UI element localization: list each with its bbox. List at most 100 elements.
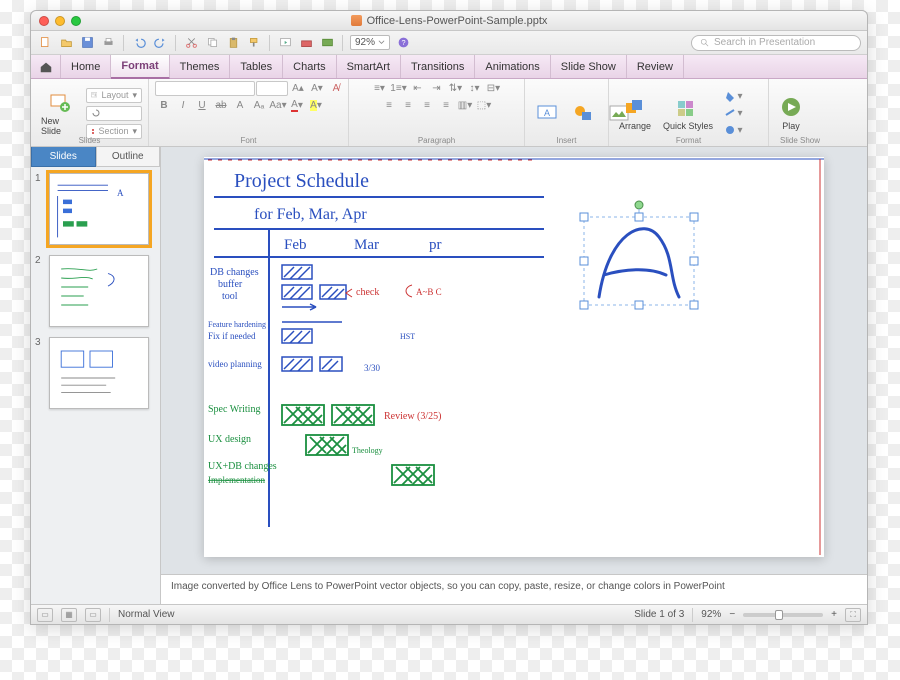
zoom-out-icon[interactable]: − bbox=[729, 609, 735, 620]
svg-text:Feature hardening: Feature hardening bbox=[208, 320, 266, 329]
ribbon-tab-home[interactable]: Home bbox=[61, 55, 111, 78]
thumbnail-1[interactable]: 1 A bbox=[35, 173, 156, 245]
titlebar: Office-Lens-PowerPoint-Sample.pptx bbox=[31, 11, 867, 31]
svg-text:HST: HST bbox=[400, 332, 415, 341]
search-input[interactable]: Search in Presentation bbox=[691, 35, 861, 51]
italic-icon[interactable]: I bbox=[174, 98, 192, 113]
svg-text:UX design: UX design bbox=[208, 434, 251, 445]
shapes-button[interactable] bbox=[567, 99, 599, 127]
thumbnail-3[interactable]: 3 bbox=[35, 337, 156, 409]
canvas-viewport[interactable]: Project Schedule for Feb, Mar, Apr Feb M… bbox=[161, 147, 867, 574]
shape-fill-icon[interactable]: ▾ bbox=[721, 89, 745, 104]
font-color-icon[interactable]: A▾ bbox=[288, 98, 306, 113]
svg-text:check: check bbox=[356, 287, 379, 298]
print-icon[interactable] bbox=[100, 35, 116, 51]
ribbon-tab-themes[interactable]: Themes bbox=[170, 55, 231, 78]
align-left-icon[interactable]: ≡ bbox=[380, 98, 398, 113]
svg-text:Project Schedule: Project Schedule bbox=[234, 170, 369, 192]
shape-outline-icon[interactable]: ▾ bbox=[721, 106, 745, 121]
layout-dropdown[interactable]: Layout▾ bbox=[86, 88, 142, 103]
thumbnail-2[interactable]: 2 bbox=[35, 255, 156, 327]
play-button[interactable]: Play bbox=[775, 94, 807, 133]
ribbon-home-icon[interactable] bbox=[31, 55, 61, 78]
new-file-icon[interactable] bbox=[37, 35, 53, 51]
svg-text:A~B C: A~B C bbox=[416, 287, 442, 297]
zoom-dropdown[interactable]: 92% bbox=[350, 35, 390, 50]
align-center-icon[interactable]: ≡ bbox=[399, 98, 417, 113]
cut-icon[interactable] bbox=[183, 35, 199, 51]
ribbon-tab-review[interactable]: Review bbox=[627, 55, 684, 78]
format-painter-icon[interactable] bbox=[246, 35, 262, 51]
ribbon-tab-charts[interactable]: Charts bbox=[283, 55, 336, 78]
text-box-button[interactable]: A bbox=[531, 99, 563, 127]
quick-access-toolbar: 92% ? Search in Presentation bbox=[31, 31, 867, 55]
paste-icon[interactable] bbox=[225, 35, 241, 51]
zoom-slider[interactable] bbox=[743, 613, 823, 617]
fit-window-icon[interactable]: ⛶ bbox=[845, 608, 861, 622]
arrange-button[interactable]: Arrange bbox=[615, 94, 655, 133]
svg-text:buffer: buffer bbox=[218, 279, 243, 290]
media-icon[interactable] bbox=[319, 35, 335, 51]
ribbon-tab-transitions[interactable]: Transitions bbox=[401, 55, 475, 78]
ribbon-tab-smartart[interactable]: SmartArt bbox=[337, 55, 401, 78]
thumbnail-list: 1 A 2 3 bbox=[31, 167, 160, 604]
redo-icon[interactable] bbox=[152, 35, 168, 51]
copy-icon[interactable] bbox=[204, 35, 220, 51]
justify-icon[interactable]: ≡ bbox=[437, 98, 455, 113]
underline-icon[interactable]: U bbox=[193, 98, 211, 113]
open-icon[interactable] bbox=[58, 35, 74, 51]
ribbon-tab-slide-show[interactable]: Slide Show bbox=[551, 55, 627, 78]
shadow-icon[interactable]: A bbox=[231, 98, 249, 113]
ribbon-tab-animations[interactable]: Animations bbox=[475, 55, 550, 78]
font-size-dropdown[interactable] bbox=[256, 81, 288, 96]
bold-icon[interactable]: B bbox=[155, 98, 173, 113]
new-slide-button[interactable]: New Slide bbox=[37, 89, 82, 138]
ribbon-tab-format[interactable]: Format bbox=[111, 55, 169, 79]
strike-icon[interactable]: ab bbox=[212, 98, 230, 113]
bullets-icon[interactable]: ≡▾ bbox=[371, 81, 389, 96]
ribbon-tab-tables[interactable]: Tables bbox=[230, 55, 283, 78]
app-window: Office-Lens-PowerPoint-Sample.pptx 92% ?… bbox=[30, 10, 868, 625]
slide-canvas[interactable]: Project Schedule for Feb, Mar, Apr Feb M… bbox=[204, 157, 824, 557]
change-case-icon[interactable]: Aa▾ bbox=[269, 98, 287, 113]
clear-format-icon[interactable]: A̸ bbox=[327, 81, 345, 96]
panel-tab-slides[interactable]: Slides bbox=[31, 147, 96, 167]
slideshow-icon[interactable] bbox=[277, 35, 293, 51]
toolbox-icon[interactable] bbox=[298, 35, 314, 51]
reset-button[interactable] bbox=[86, 106, 142, 121]
view-normal-icon[interactable]: ▭ bbox=[37, 608, 53, 622]
grow-font-icon[interactable]: A▴ bbox=[289, 81, 307, 96]
notes-pane[interactable]: Image converted by Office Lens to PowerP… bbox=[161, 574, 867, 604]
svg-text:Spec Writing: Spec Writing bbox=[208, 404, 260, 415]
minimize-icon[interactable] bbox=[55, 16, 65, 26]
help-icon[interactable]: ? bbox=[395, 35, 411, 51]
align-right-icon[interactable]: ≡ bbox=[418, 98, 436, 113]
zoom-in-icon[interactable]: + bbox=[831, 609, 837, 620]
font-family-dropdown[interactable] bbox=[155, 81, 255, 96]
group-label-slides: Slides bbox=[31, 136, 148, 145]
view-slideshow-icon[interactable]: ▭ bbox=[85, 608, 101, 622]
line-spacing-icon[interactable]: ⇅▾ bbox=[447, 81, 465, 96]
columns-icon[interactable]: ▥▾ bbox=[456, 98, 474, 113]
group-label-insert: Insert bbox=[525, 136, 608, 145]
highlight-icon[interactable]: A▾ bbox=[307, 98, 325, 113]
svg-text:for Feb, Mar, Apr: for Feb, Mar, Apr bbox=[254, 206, 367, 223]
zoom-icon[interactable] bbox=[71, 16, 81, 26]
outdent-icon[interactable]: ⇤ bbox=[409, 81, 427, 96]
slide-content: Project Schedule for Feb, Mar, Apr Feb M… bbox=[204, 157, 824, 557]
quick-styles-button[interactable]: Quick Styles bbox=[659, 94, 717, 133]
indent-icon[interactable]: ⇥ bbox=[428, 81, 446, 96]
close-icon[interactable] bbox=[39, 16, 49, 26]
selected-shape[interactable] bbox=[580, 201, 698, 309]
shrink-font-icon[interactable]: A▾ bbox=[308, 81, 326, 96]
subscript-icon[interactable]: Aₐ bbox=[250, 98, 268, 113]
align-text-icon[interactable]: ⊟▾ bbox=[485, 81, 503, 96]
save-icon[interactable] bbox=[79, 35, 95, 51]
view-sorter-icon[interactable]: ▦ bbox=[61, 608, 77, 622]
numbering-icon[interactable]: 1≡▾ bbox=[390, 81, 408, 96]
undo-icon[interactable] bbox=[131, 35, 147, 51]
search-placeholder: Search in Presentation bbox=[714, 37, 815, 48]
convert-smartart-icon[interactable]: ⬚▾ bbox=[475, 98, 493, 113]
panel-tab-outline[interactable]: Outline bbox=[96, 147, 161, 167]
text-direction-icon[interactable]: ↕▾ bbox=[466, 81, 484, 96]
